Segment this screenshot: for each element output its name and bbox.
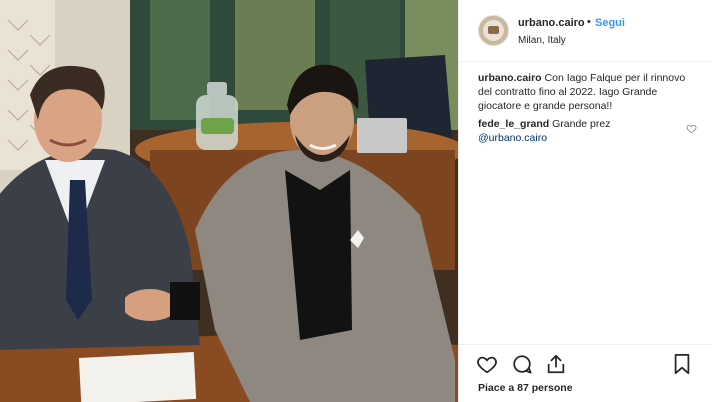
avatar-image [488, 26, 499, 34]
avatar[interactable] [478, 15, 509, 46]
post-side-panel: urbano.cairo • Segui Milan, Italy urbano… [458, 0, 712, 402]
post-caption: urbano.cairo Con Iago Falque per il rinn… [478, 71, 700, 113]
comment-mention[interactable]: @urbano.cairo [478, 132, 547, 144]
caption-username[interactable]: urbano.cairo [478, 72, 542, 84]
post-actions: Piace a 87 persone [459, 344, 712, 402]
post-photo[interactable] [0, 0, 458, 402]
instagram-post: urbano.cairo • Segui Milan, Italy urbano… [0, 0, 712, 402]
likes-count[interactable]: Piace a 87 persone [478, 382, 573, 394]
share-icon[interactable] [545, 353, 567, 375]
location-link[interactable]: Milan, Italy [518, 35, 566, 46]
bookmark-icon[interactable] [671, 353, 693, 375]
heart-small-icon[interactable] [686, 123, 697, 134]
comment-username[interactable]: fede_le_grand [478, 118, 549, 130]
comment-bubble-icon[interactable] [511, 353, 533, 375]
follow-button[interactable]: Segui [595, 17, 625, 29]
comment-item: fede_le_grand Grande prez @urbano.cairo [478, 117, 678, 145]
post-photo-scene [0, 0, 458, 402]
heart-icon[interactable] [476, 353, 498, 375]
comment-text: Grande prez [549, 118, 611, 130]
header-username[interactable]: urbano.cairo [518, 17, 585, 29]
header-bullet: • [587, 16, 591, 28]
post-header: urbano.cairo • Segui Milan, Italy [459, 0, 712, 62]
